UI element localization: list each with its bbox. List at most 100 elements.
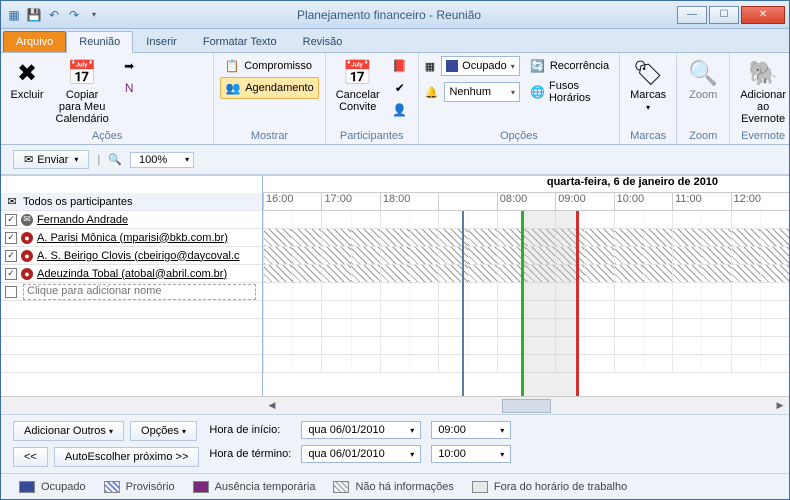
- cancel-invite-icon: 📅: [342, 57, 374, 89]
- time-header-cell: 09:00: [555, 193, 613, 211]
- calendar-icon[interactable]: ▦: [5, 6, 23, 24]
- time-header-cell: 10:00: [614, 193, 672, 211]
- add-participant-row[interactable]: [1, 283, 262, 301]
- cancel-invite-button[interactable]: 📅 Cancelar Convite: [332, 55, 384, 115]
- titlebar: ▦ 💾 ↶ ↷ Planejamento financeiro - Reuniã…: [1, 1, 789, 29]
- scroll-right-icon[interactable]: ▶: [771, 400, 789, 411]
- add-participant-input[interactable]: [27, 285, 252, 297]
- start-date-input[interactable]: qua 06/01/2010▾: [301, 421, 421, 439]
- send-button[interactable]: ✉Enviar▾: [13, 150, 89, 169]
- globe-icon: 🌐: [530, 84, 545, 100]
- tab-review[interactable]: Revisão: [290, 31, 356, 52]
- window-title: Planejamento financeiro - Reunião: [103, 8, 675, 22]
- end-label: Hora de término:: [209, 448, 291, 460]
- forward-button[interactable]: ➡: [117, 55, 207, 77]
- ribbon: ✖ Excluir 📅 Copiar para Meu Calendário ➡…: [1, 53, 789, 145]
- redo-icon[interactable]: ↷: [65, 6, 83, 24]
- save-icon[interactable]: 💾: [25, 6, 43, 24]
- meeting-window: ▦ 💾 ↶ ↷ Planejamento financeiro - Reuniã…: [0, 0, 790, 500]
- time-header-cell: 08:00: [497, 193, 555, 211]
- tab-insert[interactable]: Inserir: [133, 31, 190, 52]
- check-names-icon: ✔: [392, 80, 408, 96]
- minimize-button[interactable]: —: [677, 6, 707, 24]
- ribbon-group-evernote: 🐘 Adicionar ao Evernote Evernote: [730, 53, 790, 144]
- appointment-icon: 📋: [224, 58, 240, 74]
- participant-row[interactable]: ✓ ● Adeuzinda Tobal (atobal@abril.com.br): [1, 265, 262, 283]
- tags-button[interactable]: 🏷 Marcas ▾: [626, 55, 670, 115]
- required-icon: ●: [21, 268, 33, 280]
- start-label: Hora de início:: [209, 424, 291, 436]
- selection-band[interactable]: [521, 211, 579, 396]
- send-toolbar: ✉Enviar▾ | 🔍 100%▾: [1, 145, 789, 175]
- close-button[interactable]: ✕: [741, 6, 785, 24]
- checkbox[interactable]: ✓: [5, 268, 17, 280]
- ribbon-group-participants: 📅 Cancelar Convite 📕 ✔ 👤 Participantes: [326, 53, 419, 144]
- delete-icon: ✖: [11, 57, 43, 89]
- all-participants-header: Todos os participantes: [23, 196, 258, 208]
- add-others-button[interactable]: Adicionar Outros ▾: [13, 421, 124, 441]
- participant-name: Adeuzinda Tobal (atobal@abril.com.br): [37, 268, 227, 280]
- time-header-cell: 18:00: [380, 193, 438, 211]
- maximize-button[interactable]: ☐: [709, 6, 739, 24]
- check-names-button[interactable]: ✔: [388, 77, 412, 99]
- options-button[interactable]: Opções ▾: [130, 421, 197, 441]
- legend-tentative: Provisório: [104, 481, 175, 493]
- timezones-button[interactable]: 🌐Fusos Horários: [526, 81, 613, 103]
- onenote-button[interactable]: N: [117, 77, 207, 99]
- recurrence-button[interactable]: 🔄Recorrência: [526, 55, 613, 77]
- onenote-icon: N: [121, 80, 137, 96]
- autopick-next-button[interactable]: AutoEscolher próximo >>: [54, 447, 200, 467]
- calendar-copy-icon: 📅: [66, 57, 98, 89]
- address-book-button[interactable]: 📕: [388, 55, 412, 77]
- undo-icon[interactable]: ↶: [45, 6, 63, 24]
- tags-icon: 🏷: [632, 57, 664, 89]
- empty-row: [1, 355, 262, 373]
- checkbox[interactable]: ✓: [5, 250, 17, 262]
- horizontal-scrollbar[interactable]: ◀ ▶: [1, 396, 789, 414]
- envelope-icon: ✉: [5, 195, 19, 208]
- reminder-icon: 🔔: [425, 86, 439, 99]
- scheduling-button[interactable]: 👥Agendamento: [220, 77, 319, 99]
- tab-format[interactable]: Formatar Texto: [190, 31, 290, 52]
- end-time-input[interactable]: 10:00▾: [431, 445, 511, 463]
- empty-row: [1, 319, 262, 337]
- scroll-thumb[interactable]: [502, 399, 551, 413]
- copy-to-calendar-button[interactable]: 📅 Copiar para Meu Calendário: [51, 55, 113, 127]
- timeline[interactable]: [263, 211, 789, 396]
- address-book-icon: 📕: [392, 58, 408, 74]
- scroll-left-icon[interactable]: ◀: [263, 400, 281, 411]
- zoom-combo[interactable]: 100%▾: [130, 152, 194, 168]
- empty-row: [1, 337, 262, 355]
- organizer-icon: ✉: [21, 214, 33, 226]
- checkbox[interactable]: [5, 286, 17, 298]
- end-date-input[interactable]: qua 06/01/2010▾: [301, 445, 421, 463]
- show-as-icon: ▦: [425, 60, 435, 73]
- participant-row[interactable]: ✓●A. S. Beirigo Clovis (cbeirigo@daycova…: [1, 247, 262, 265]
- legend-oof: Ausência temporária: [193, 481, 316, 493]
- appointment-button[interactable]: 📋Compromisso: [220, 55, 319, 77]
- show-as-combo[interactable]: Ocupado▾: [441, 56, 520, 76]
- zoom-button[interactable]: 🔍 Zoom: [683, 55, 723, 103]
- participant-row[interactable]: ✓✉Fernando Andrade: [1, 211, 262, 229]
- evernote-button[interactable]: 🐘 Adicionar ao Evernote: [736, 55, 790, 127]
- tab-file[interactable]: Arquivo: [3, 31, 66, 52]
- legend-busy: Ocupado: [19, 481, 86, 493]
- time-header-cell: 17:00: [321, 193, 379, 211]
- qat-customize[interactable]: [85, 6, 103, 24]
- scheduling-grid: quarta-feira, 6 de janeiro de 2010 ✉ Tod…: [1, 175, 789, 414]
- delete-button[interactable]: ✖ Excluir: [7, 55, 47, 103]
- autopick-back-button[interactable]: <<: [13, 447, 48, 467]
- participant-name: A. Parisi Mônica (mparisi@bkb.com.br): [37, 232, 228, 244]
- checkbox[interactable]: ✓: [5, 214, 17, 226]
- start-time-input[interactable]: 09:00▾: [431, 421, 511, 439]
- bottom-controls: Adicionar Outros ▾ Opções ▾ << AutoEscol…: [1, 414, 789, 473]
- checkbox[interactable]: ✓: [5, 232, 17, 244]
- participant-row[interactable]: ✓ ● A. Parisi Mônica (mparisi@bkb.com.br): [1, 229, 262, 247]
- ribbon-tabs: Arquivo Reunião Inserir Formatar Texto R…: [1, 29, 789, 53]
- time-header-cell: 12:00: [731, 193, 789, 211]
- zoom-icon: 🔍: [687, 57, 719, 89]
- reminder-combo[interactable]: Nenhum▾: [444, 82, 520, 102]
- response-options-button[interactable]: 👤: [388, 99, 412, 121]
- required-icon: ●: [21, 232, 33, 244]
- tab-meeting[interactable]: Reunião: [66, 31, 133, 53]
